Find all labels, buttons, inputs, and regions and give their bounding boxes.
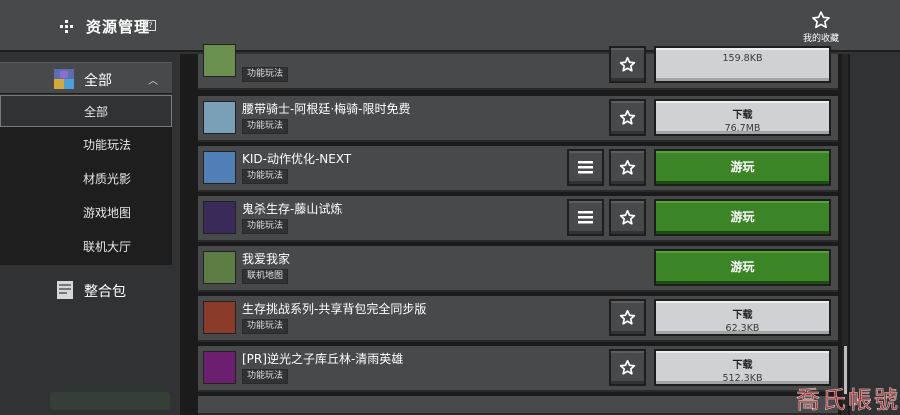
top-bar: 资源管理 ? 我的收藏 <box>0 0 900 52</box>
play-button[interactable]: 游玩 <box>654 199 831 236</box>
download-button[interactable]: 159.8KB <box>654 46 831 83</box>
star-icon <box>619 209 636 225</box>
item-thumbnail <box>203 151 236 184</box>
favorite-button[interactable] <box>609 46 646 83</box>
list-item[interactable]: 功能玩法 159.8KB <box>198 44 838 90</box>
list-details-button[interactable] <box>567 149 604 186</box>
blurred-footer <box>50 392 170 410</box>
download-button[interactable]: 下载 76.7MB <box>654 99 831 136</box>
pack-label: 整合包 <box>84 284 126 300</box>
star-icon <box>619 109 636 125</box>
list-item[interactable]: KID-动作优化-NEXT 功能玩法 游玩 <box>198 146 838 192</box>
item-thumbnail <box>203 351 236 384</box>
star-icon <box>619 159 636 175</box>
caret-up-icon[interactable]: ︿ <box>148 72 158 87</box>
sidebar-item-label: 游戏地图 <box>83 206 132 220</box>
list-item[interactable]: [PR]逆光之子库丘林-清雨英雄 功能玩法 下载 512.3KB <box>198 346 838 392</box>
favorite-button[interactable] <box>609 349 646 386</box>
sidebar-item-label: 材质光影 <box>83 172 132 186</box>
list-icon <box>578 211 593 224</box>
item-tag: 功能玩法 <box>242 369 289 384</box>
sidebar-item-label: 全部 <box>84 105 109 119</box>
sidebar-item-lobby[interactable]: 联机大厅 <box>0 231 172 263</box>
list-item[interactable]: 生存挑战系列-共享背包完全同步版 功能玩法 下载 62.3KB <box>198 296 838 342</box>
item-name: KID-动作优化-NEXT <box>242 152 352 166</box>
list-details-button[interactable] <box>567 199 604 236</box>
sidebar-item-packs[interactable]: 整合包 <box>0 276 172 306</box>
list-item[interactable]: 腰带骑士-阿根廷·梅骑-限时免费 功能玩法 下载 76.7MB <box>198 96 838 142</box>
item-tag: 功能玩法 <box>242 169 289 184</box>
watermark: 喬氏帳號 <box>796 386 900 415</box>
star-icon <box>619 56 636 72</box>
help-icon[interactable]: ? <box>145 20 156 31</box>
play-button[interactable]: 游玩 <box>654 149 831 186</box>
star-icon <box>812 11 830 29</box>
my-favorites-button[interactable]: 我的收藏 <box>796 10 846 44</box>
item-thumbnail <box>203 301 236 334</box>
item-thumbnail <box>203 44 236 77</box>
favorite-button[interactable] <box>609 149 646 186</box>
favorites-label: 我的收藏 <box>802 34 839 44</box>
item-tag: 功能玩法 <box>242 67 289 82</box>
category-head-label: 全部 <box>84 73 112 89</box>
sidebar-item-label: 联机大厅 <box>83 240 132 254</box>
item-thumbnail <box>203 101 236 134</box>
item-name: [PR]逆光之子库丘林-清雨英雄 <box>242 352 404 366</box>
star-icon <box>619 309 636 325</box>
sidebar-item-label: 功能玩法 <box>83 138 132 152</box>
sidebar: 全部 ︿ 全部 功能玩法 材质光影 游戏地图 联机大厅 整合包 <box>0 54 180 415</box>
list-item[interactable]: 我爱我家 联机地图 游玩 <box>198 246 838 292</box>
sidebar-item-textures[interactable]: 材质光影 <box>0 163 172 195</box>
download-size: 76.7MB <box>724 123 761 134</box>
list-icon <box>578 161 593 174</box>
sub-nav: 全部 功能玩法 材质光影 游戏地图 联机大厅 <box>0 95 172 265</box>
item-name: 生存挑战系列-共享背包完全同步版 <box>242 302 427 316</box>
sidebar-item-maps[interactable]: 游戏地图 <box>0 197 172 229</box>
page-title: 资源管理 <box>86 18 151 36</box>
item-thumbnail <box>203 201 236 234</box>
download-label: 下载 <box>732 310 753 321</box>
download-size: 62.3KB <box>725 323 760 334</box>
item-tag: 功能玩法 <box>242 219 289 234</box>
item-thumbnail <box>203 251 236 284</box>
favorite-button[interactable] <box>609 199 646 236</box>
favorite-button[interactable] <box>609 299 646 336</box>
download-size: 159.8KB <box>722 53 763 64</box>
play-button[interactable]: 游玩 <box>654 249 831 286</box>
category-all-header[interactable]: 全部 ︿ <box>0 62 172 94</box>
item-name: 腰带骑士-阿根廷·梅骑-限时免费 <box>242 102 411 116</box>
pack-icon <box>57 281 73 299</box>
back-dots-icon[interactable] <box>56 18 76 34</box>
category-grid-icon <box>54 69 74 89</box>
download-label: 下载 <box>732 360 753 371</box>
list-item-partial[interactable] <box>198 396 838 415</box>
sidebar-item-gameplay[interactable]: 功能玩法 <box>0 129 172 161</box>
sidebar-item-all[interactable]: 全部 <box>0 95 172 127</box>
download-button[interactable]: 下载 62.3KB <box>654 299 831 336</box>
list-item[interactable]: 鬼杀生存-藤山试炼 功能玩法 游玩 <box>198 196 838 242</box>
download-label: 下载 <box>732 110 753 121</box>
favorite-button[interactable] <box>609 99 646 136</box>
item-name: 我爱我家 <box>242 252 291 266</box>
item-tag: 功能玩法 <box>242 319 289 334</box>
star-icon <box>619 359 636 375</box>
item-name: 鬼杀生存-藤山试炼 <box>242 202 343 216</box>
item-tag: 联机地图 <box>242 269 289 284</box>
item-tag: 功能玩法 <box>242 119 289 134</box>
